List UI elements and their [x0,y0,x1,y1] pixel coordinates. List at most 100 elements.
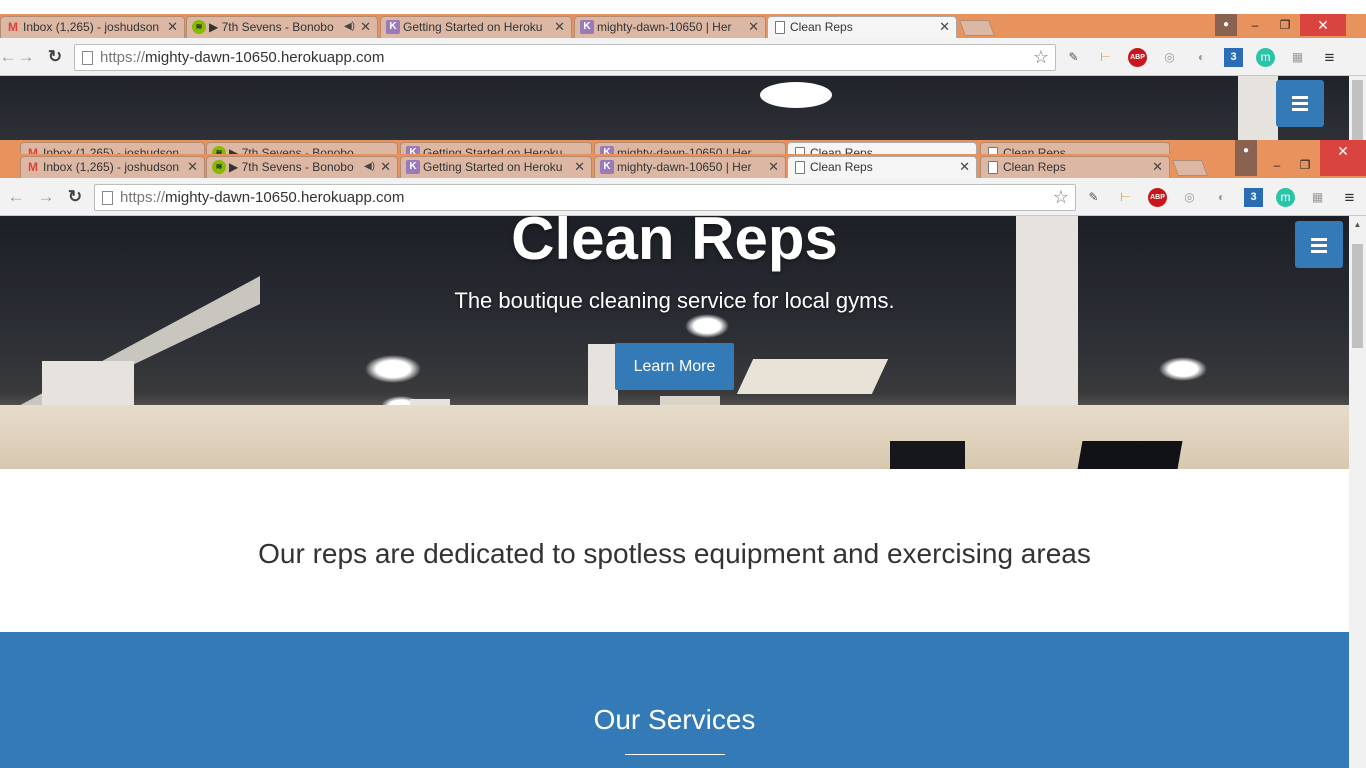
eyedropper-icon[interactable]: ✎ [1084,188,1103,207]
close-icon[interactable]: ✕ [380,157,391,177]
minimize-button[interactable]: – [1262,154,1292,176]
maximize-button[interactable]: ❐ [1270,14,1300,36]
address-bar[interactable]: https://mighty-dawn-10650.herokuapp.com … [74,44,1056,71]
maximize-button[interactable]: ❐ [1290,154,1320,176]
ghost-icon[interactable]: ◐ [1212,188,1231,207]
tab-title: ▶ 7th Sevens - Bonobo [229,146,354,154]
ruler-icon[interactable]: ⊢ [1116,188,1135,207]
scrollbar[interactable]: ▲ [1349,216,1366,768]
hero-subtitle: The boutique cleaning service for local … [454,288,895,313]
ruler-icon[interactable]: ⊢ [1096,48,1115,67]
tab-spotify[interactable]: ≋ ▶ 7th Sevens - Bonobo ◀) ✕ [206,156,398,178]
gym-screen [890,441,965,469]
new-tab-button[interactable] [959,20,995,36]
page-icon [82,51,93,65]
tab-title: mighty-dawn-10650 | Her [597,20,732,34]
tab-title: Getting Started on Heroku [403,20,543,34]
tab-title: Inbox (1,265) - joshudson [23,20,160,34]
scroll-up-arrow[interactable]: ▲ [1349,216,1366,233]
tab-clean-reps[interactable]: Clean Reps ✕ [767,16,957,38]
close-icon[interactable]: ✕ [748,17,759,37]
close-icon[interactable]: ✕ [959,157,970,177]
tab-clean-reps-2[interactable]: Clean Reps [980,142,1170,154]
tab-heroku-app[interactable]: K mighty-dawn-10650 | Her ✕ [574,16,766,38]
window-close-button[interactable]: ✕ [1300,14,1346,36]
tab-heroku-getting-started[interactable]: K Getting Started on Heroku [400,142,592,154]
tab-heroku-getting-started[interactable]: K Getting Started on Heroku ✕ [400,156,592,178]
learn-more-button[interactable]: Learn More [615,343,734,390]
forward-button[interactable]: → [16,47,36,67]
user-icon[interactable]: ● [1215,14,1237,36]
tab-clean-reps[interactable]: Clean Reps [787,142,977,154]
scrollbar-thumb[interactable] [1352,244,1363,348]
tab-title: Clean Reps [1003,146,1066,154]
tab-heroku-app[interactable]: K mighty-dawn-10650 | Her [594,142,786,154]
tab-strip: M Inbox (1,265) - joshudson ✕ ≋ ▶ 7th Se… [0,14,1366,38]
audio-icon[interactable]: ◀) [344,17,355,37]
eyedropper-icon[interactable]: ✎ [1064,48,1083,67]
window-close-button[interactable]: ✕ [1320,140,1366,176]
scrollbar-thumb[interactable] [1352,80,1363,140]
ghost-icon[interactable]: ◐ [1192,48,1211,67]
spotify-icon: ≋ [212,146,226,154]
bookmark-star-icon[interactable]: ☆ [1053,185,1069,210]
tab-heroku-getting-started[interactable]: K Getting Started on Heroku ✕ [380,16,572,38]
tab-gmail[interactable]: M Inbox (1,265) - joshudson ✕ [0,16,185,38]
audio-icon[interactable]: ◀) [364,157,375,177]
address-bar[interactable]: https://mighty-dawn-10650.herokuapp.com … [94,184,1076,211]
heading-underline [625,754,725,755]
tab-spotify[interactable]: ≋ ▶ 7th Sevens - Bonobo ◀) ✕ [186,16,378,38]
css3-icon[interactable]: 3 [1224,48,1243,67]
tab-clean-reps-2[interactable]: Clean Reps ✕ [980,156,1170,178]
close-icon[interactable]: ✕ [768,157,779,177]
css3-icon[interactable]: 3 [1244,188,1263,207]
browser-toolbar: ← → ↻ https://mighty-dawn-10650.herokuap… [0,38,1366,76]
tab-gmail[interactable]: M Inbox (1,265) - joshudson [20,142,205,154]
adblock-icon[interactable]: ABP [1148,188,1167,207]
minimize-button[interactable]: – [1240,14,1270,36]
hero-section: Clean Reps The boutique cleaning service… [0,216,1349,469]
m-icon[interactable]: m [1256,48,1275,67]
heroku-icon: K [600,160,614,174]
grid-icon[interactable]: ▦ [1288,48,1307,67]
pillar [1238,76,1278,140]
menu-icon[interactable]: ≡ [1340,188,1359,207]
reload-button[interactable]: ↻ [45,47,65,67]
close-icon[interactable]: ✕ [939,17,950,37]
adblock-icon[interactable]: ABP [1128,48,1147,67]
swirl-icon[interactable]: ◎ [1180,188,1199,207]
close-icon[interactable]: ✕ [1152,157,1163,177]
menu-icon[interactable]: ≡ [1320,48,1339,67]
grid-icon[interactable]: ▦ [1308,188,1327,207]
tab-heroku-app[interactable]: K mighty-dawn-10650 | Her ✕ [594,156,786,178]
m-icon[interactable]: m [1276,188,1295,207]
user-icon[interactable]: ● [1235,140,1257,176]
tab-title: Clean Reps [810,146,873,154]
heroku-icon: K [600,146,614,154]
page-icon [102,191,113,205]
tab-title: Clean Reps [790,20,853,34]
new-tab-button[interactable] [1172,160,1208,176]
nav-menu-toggle[interactable] [1276,80,1324,127]
nav-menu-toggle[interactable] [1295,221,1343,268]
tab-gmail[interactable]: M Inbox (1,265) - joshudson ✕ [20,156,205,178]
close-icon[interactable]: ✕ [574,157,585,177]
scrollbar[interactable] [1349,76,1366,140]
tab-spotify[interactable]: ≋ ▶ 7th Sevens - Bonobo [206,142,398,154]
tab-strip-ghost: M Inbox (1,265) - joshudson ≋ ▶ 7th Seve… [0,140,1366,154]
swirl-icon[interactable]: ◎ [1160,48,1179,67]
tab-clean-reps[interactable]: Clean Reps ✕ [787,156,977,178]
close-icon[interactable]: ✕ [167,17,178,37]
tab-title: Clean Reps [810,160,873,174]
reload-button[interactable]: ↻ [65,187,85,207]
ceiling-panel [736,359,889,394]
heroku-icon: K [406,146,420,154]
close-icon[interactable]: ✕ [554,17,565,37]
services-section: Our Services [0,632,1349,768]
services-heading: Our Services [593,704,756,735]
forward-button[interactable]: → [36,187,56,207]
back-button[interactable]: ← [6,187,26,207]
close-icon[interactable]: ✕ [360,17,371,37]
close-icon[interactable]: ✕ [187,157,198,177]
bookmark-star-icon[interactable]: ☆ [1033,45,1049,70]
